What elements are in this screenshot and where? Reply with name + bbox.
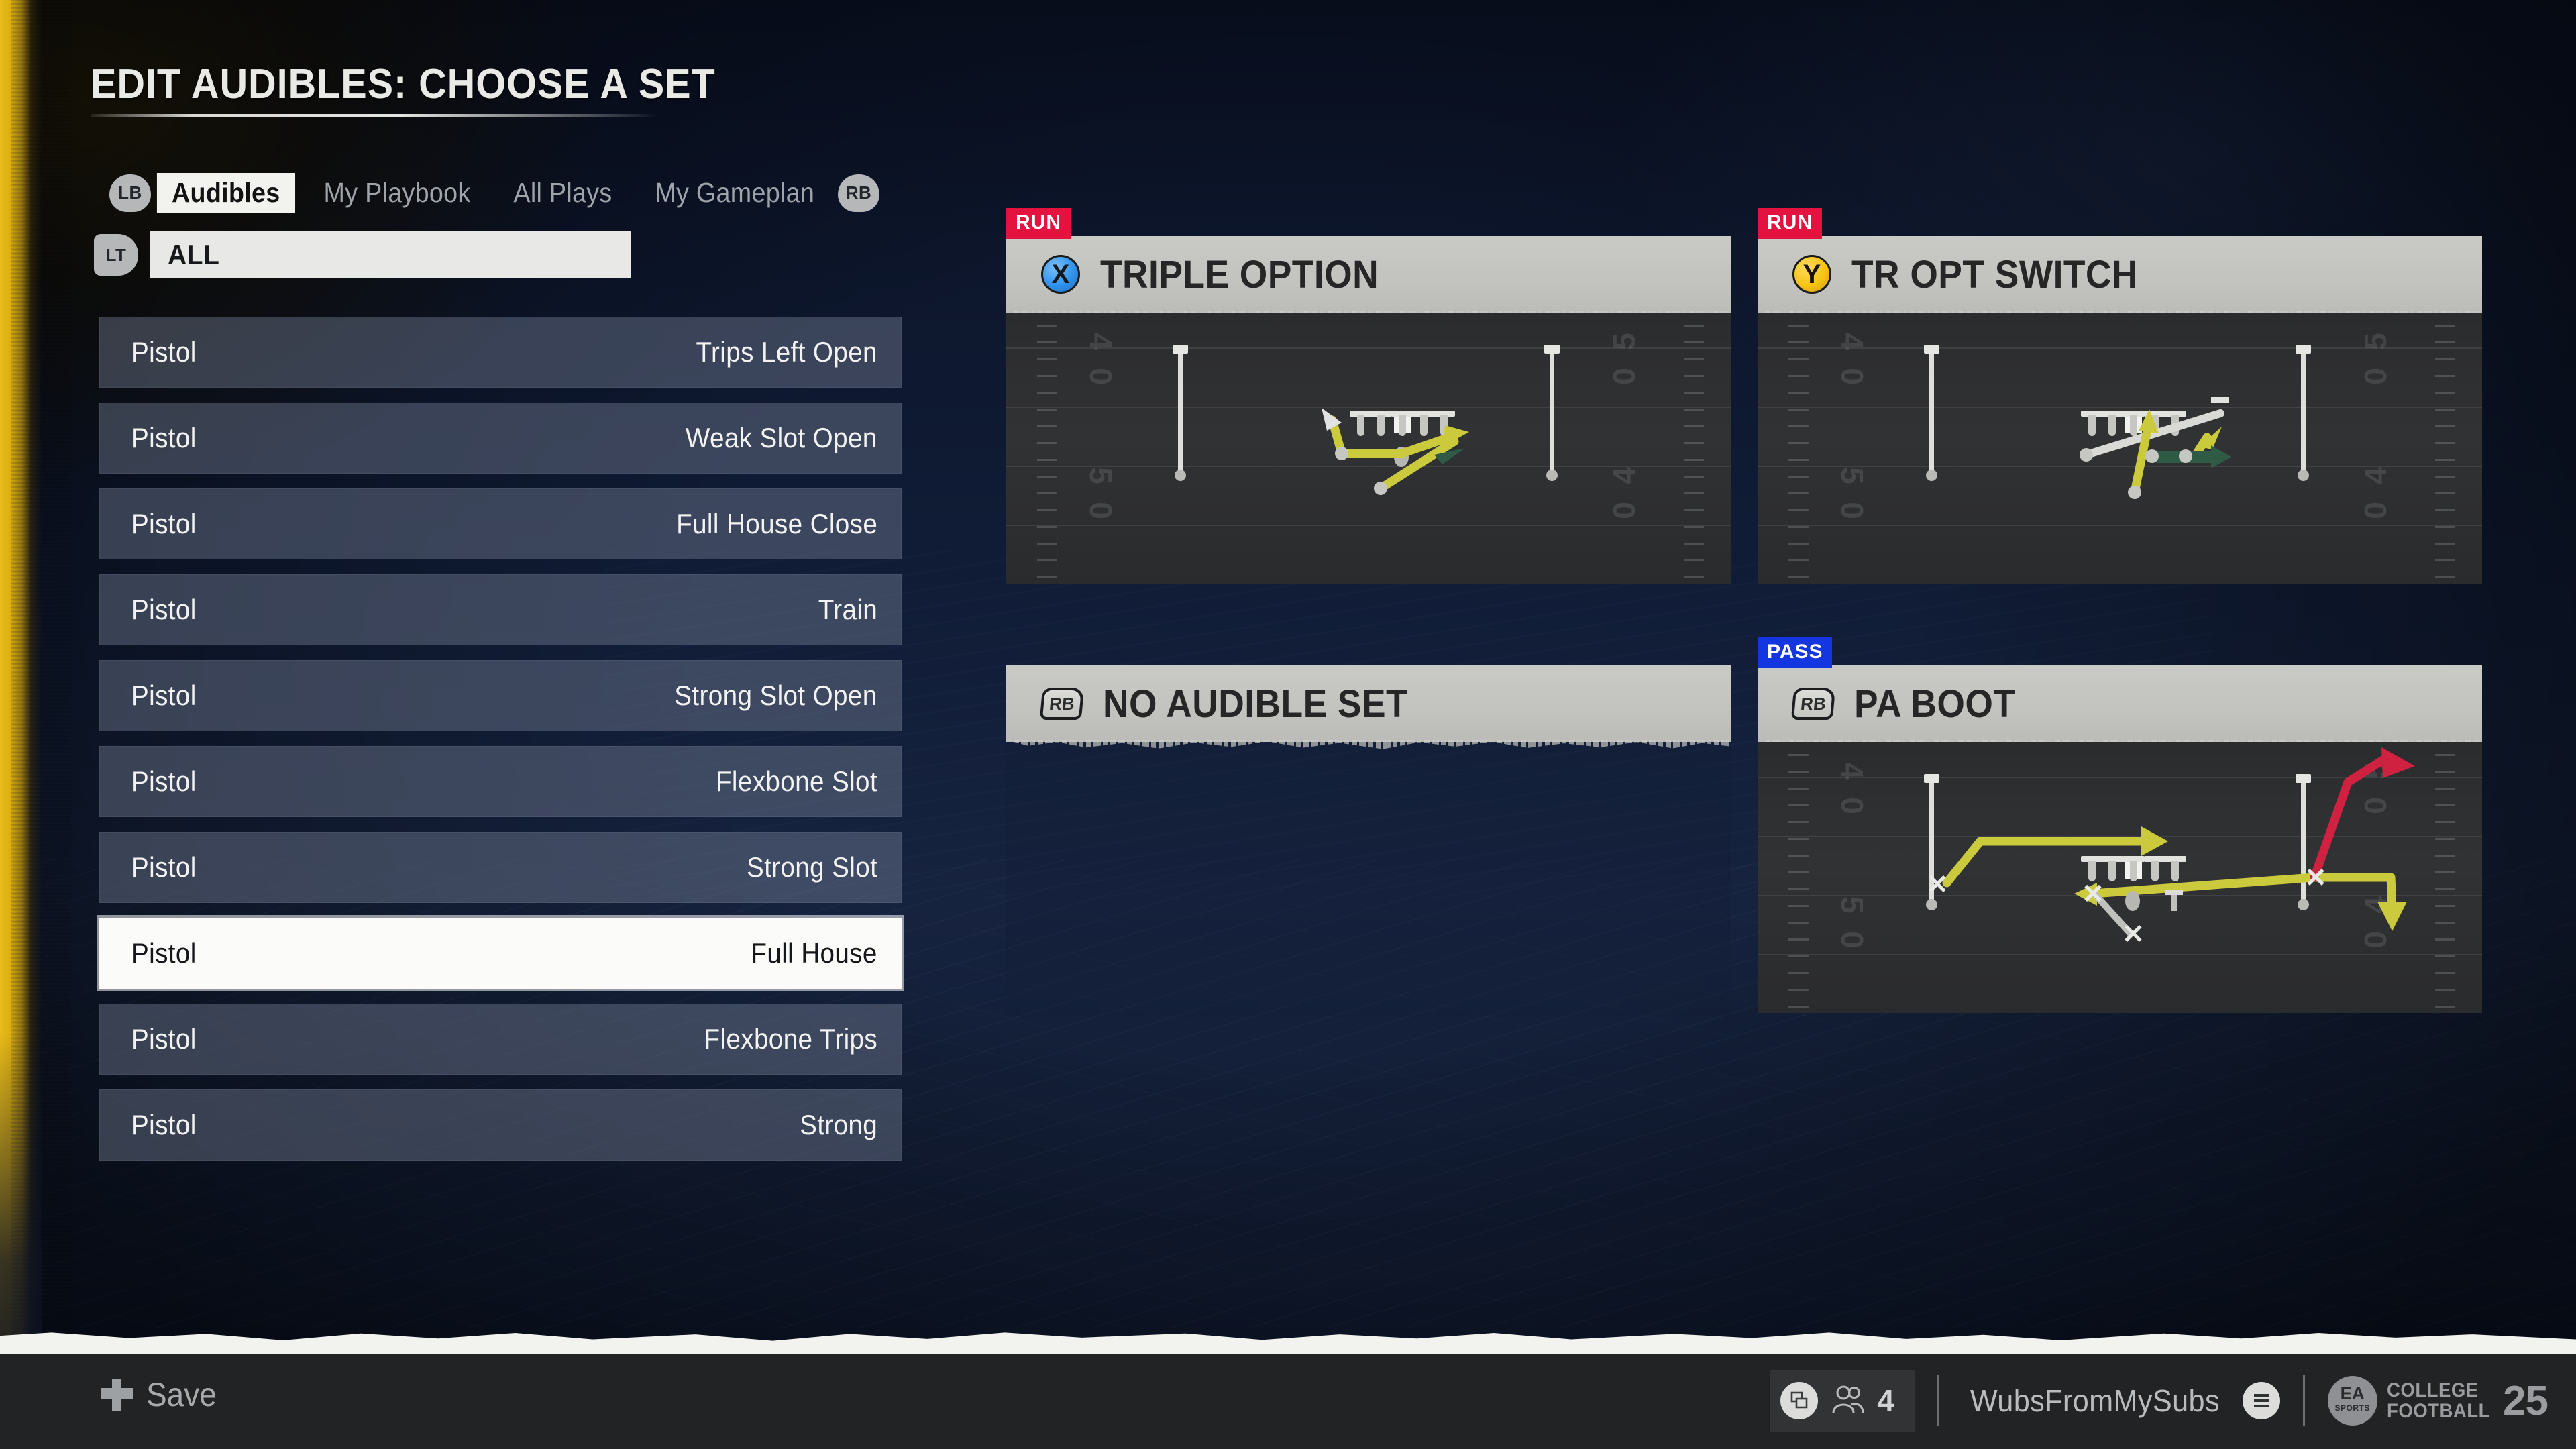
play-diagram: 40505040 — [1006, 313, 1731, 584]
formation-name: Strong Slot — [746, 851, 877, 883]
route-lines: ✕ ✕ ✕ ✕ — [1758, 742, 2482, 1013]
brand-line-1: COLLEGE — [2386, 1379, 2479, 1401]
party-chip[interactable]: 4 — [1770, 1370, 1915, 1432]
brand-line-2: FOOTBALL — [2386, 1400, 2490, 1422]
tab-my-gameplan[interactable]: My Gameplan — [641, 173, 830, 213]
play-diagram: 4 0 5 0 5 0 4 0 ✕ ✕ ✕ ✕ — [1758, 742, 2482, 1013]
formation-row[interactable]: Pistol Full House Close — [99, 488, 902, 559]
tab-audibles[interactable]: Audibles — [156, 173, 295, 213]
route-lines — [1758, 313, 2482, 584]
gamertag-label: WubsFromMySubs — [1970, 1383, 2220, 1418]
svg-text:✕: ✕ — [1926, 870, 1949, 900]
bottom-right-status: 4 WubsFromMySubs EA SPORTS COLLEGE FOOTB… — [1770, 1367, 2548, 1434]
formation-family: Pistol — [131, 851, 197, 883]
formation-name: Weak Slot Open — [686, 422, 877, 453]
ea-sports-label: EA — [2340, 1383, 2365, 1403]
page-header: EDIT AUDIBLES: CHOOSE A SET — [91, 60, 763, 117]
audible-card-2[interactable]: RUN Y TR OPT SWITCH 4 0 5 0 5 0 4 0 — [1758, 208, 2482, 584]
formation-filter-input[interactable]: ALL — [150, 231, 631, 278]
formation-row[interactable]: Pistol Flexbone Trips — [99, 1004, 902, 1075]
status-divider-2 — [2302, 1375, 2305, 1426]
formation-row[interactable]: Pistol Full House — [99, 918, 902, 989]
formation-name: Train — [818, 594, 877, 625]
filter-row: LT ALL — [94, 231, 631, 278]
card-header: RUN X TRIPLE OPTION — [1006, 208, 1731, 313]
formation-family: Pistol — [131, 1109, 197, 1140]
tab-my-playbook[interactable]: My Playbook — [309, 173, 485, 213]
play-diagram: 40505040 — [1758, 313, 2482, 584]
route-lines — [1006, 313, 1731, 584]
formation-row[interactable]: Pistol Flexbone Slot — [99, 746, 902, 817]
formation-family: Pistol — [131, 1023, 197, 1055]
party-count: 4 — [1877, 1383, 1894, 1418]
ea-sports-icon: EA SPORTS — [2327, 1376, 2377, 1426]
left-trigger-icon[interactable]: LT — [94, 234, 138, 276]
formation-row[interactable]: Pistol Strong — [99, 1089, 902, 1161]
play-type-badge: RUN — [1758, 208, 1822, 239]
formation-family: Pistol — [131, 765, 197, 797]
audible-card-4[interactable]: PASS RB PA BOOT 4 0 5 0 5 0 4 0 ✕ ✕ ✕ ✕ — [1758, 637, 2482, 1013]
play-diagram — [1006, 742, 1731, 1016]
xbox-x-button-icon[interactable]: X — [1041, 255, 1080, 294]
save-button-label: Save — [146, 1376, 217, 1413]
ea-college-football-logo: EA SPORTS COLLEGE FOOTBALL 25 — [2327, 1376, 2548, 1426]
formation-family: Pistol — [131, 594, 197, 625]
card-header: RB NO AUDIBLE SET — [1006, 665, 1731, 742]
tab-bar: LB Audibles My Playbook All Plays My Gam… — [109, 173, 879, 213]
status-divider-1 — [1937, 1375, 1939, 1426]
svg-text:✕: ✕ — [2082, 879, 2104, 909]
formation-name: Full House Close — [676, 508, 877, 539]
formation-row[interactable]: Pistol Train — [99, 574, 902, 645]
formation-name: Flexbone Trips — [704, 1023, 877, 1055]
audible-card-3[interactable]: RB NO AUDIBLE SET — [1006, 665, 1731, 1016]
formation-family: Pistol — [131, 422, 197, 453]
card-title: TR OPT SWITCH — [1851, 252, 2138, 297]
hamburger-menu-icon[interactable] — [2242, 1382, 2280, 1419]
formation-name: Strong — [799, 1109, 877, 1140]
save-button[interactable]: Save — [101, 1375, 223, 1414]
formation-name: Full House — [751, 937, 877, 969]
right-bumper-icon[interactable]: RB — [837, 174, 879, 212]
people-icon — [1830, 1383, 1865, 1419]
card-header: PASS RB PA BOOT — [1758, 637, 2482, 742]
brand-year: 25 — [2503, 1377, 2548, 1424]
formation-family: Pistol — [131, 937, 197, 969]
card-title: TRIPLE OPTION — [1100, 252, 1379, 297]
audible-card-1[interactable]: RUN X TRIPLE OPTION 4 0 5 0 5 0 4 0 — [1006, 208, 1731, 584]
tab-all-plays[interactable]: All Plays — [498, 173, 627, 213]
formation-row[interactable]: Pistol Strong Slot — [99, 832, 902, 903]
rb-bumper-icon[interactable]: RB — [1790, 688, 1836, 720]
ea-sports-sublabel: SPORTS — [2334, 1403, 2370, 1413]
play-type-badge: PASS — [1758, 637, 1833, 668]
left-bumper-icon[interactable]: LB — [109, 174, 151, 212]
svg-text:✕: ✕ — [2122, 920, 2145, 949]
xbox-y-button-icon[interactable]: Y — [1792, 255, 1831, 294]
formation-name: Trips Left Open — [696, 336, 877, 368]
card-header: RUN Y TR OPT SWITCH — [1758, 208, 2482, 313]
formation-family: Pistol — [131, 336, 197, 368]
formation-family: Pistol — [131, 680, 197, 711]
play-type-badge: RUN — [1006, 208, 1071, 239]
formation-row[interactable]: Pistol Trips Left Open — [99, 317, 902, 388]
formation-row[interactable]: Pistol Weak Slot Open — [99, 402, 902, 474]
running-back — [2165, 890, 2183, 916]
formation-name: Flexbone Slot — [715, 765, 877, 797]
formation-list[interactable]: Pistol Trips Left Open Pistol Weak Slot Ope… — [99, 317, 902, 1175]
formation-filter-value: ALL — [168, 239, 220, 270]
quarterback — [2125, 891, 2140, 911]
switch-profile-icon[interactable] — [1780, 1382, 1819, 1419]
svg-text:✕: ✕ — [2304, 863, 2327, 893]
formation-family: Pistol — [131, 508, 197, 539]
rb-bumper-icon[interactable]: RB — [1039, 688, 1085, 720]
title-underline — [91, 114, 657, 117]
formation-row[interactable]: Pistol Strong Slot Open — [99, 660, 902, 731]
formation-name: Strong Slot Open — [674, 680, 877, 711]
card-title: NO AUDIBLE SET — [1103, 682, 1409, 726]
dpad-icon — [101, 1379, 133, 1411]
page-title: EDIT AUDIBLES: CHOOSE A SET — [91, 61, 716, 107]
card-title: PA BOOT — [1854, 682, 2016, 726]
